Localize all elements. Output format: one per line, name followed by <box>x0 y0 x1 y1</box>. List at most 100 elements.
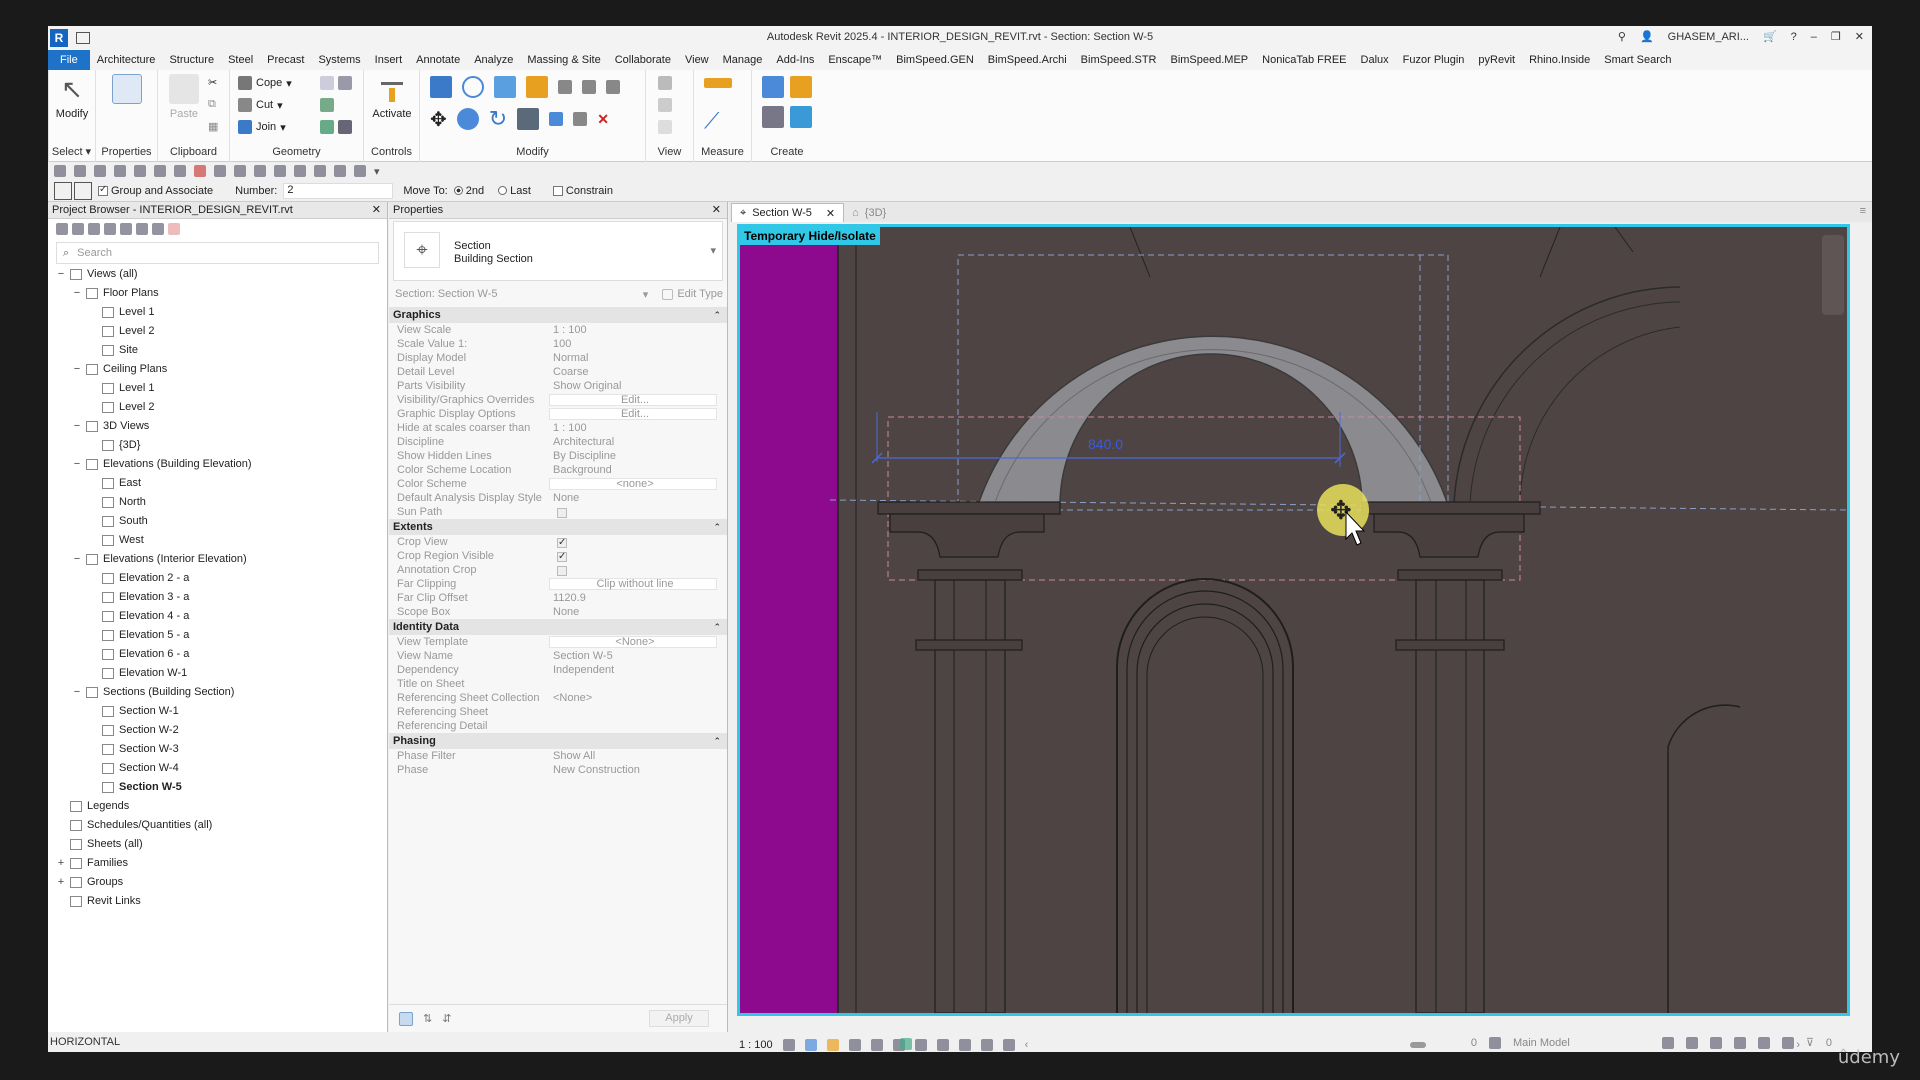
move-to-2nd-radio[interactable]: 2nd <box>453 185 484 197</box>
tab-bimspeed-archi[interactable]: BimSpeed.Archi <box>981 50 1074 70</box>
tab-enscape-[interactable]: Enscape™ <box>821 50 889 70</box>
property-value[interactable] <box>549 705 727 719</box>
customize-qat-icon[interactable]: ▾ <box>374 165 380 178</box>
dimension-tool[interactable]: ⟋ <box>704 108 719 134</box>
move-icon[interactable]: ✥ <box>430 107 447 132</box>
property-value[interactable]: Edit... <box>549 408 717 420</box>
pin-icon[interactable] <box>606 80 620 94</box>
lock-view-icon[interactable] <box>914 1039 927 1051</box>
geo-tool-1[interactable] <box>320 76 352 90</box>
tab-bimspeed-str[interactable]: BimSpeed.STR <box>1074 50 1164 70</box>
property-value[interactable]: None <box>549 491 727 505</box>
property-value[interactable]: <None> <box>549 691 727 705</box>
visual-style-icon[interactable] <box>804 1039 817 1051</box>
collapse-icon[interactable]: − <box>56 266 66 282</box>
browser-node[interactable]: Section W-1 <box>88 703 179 719</box>
number-input[interactable]: 2 <box>283 182 394 199</box>
property-row[interactable]: Parts Visibility Show Original <box>389 379 727 393</box>
browser-node[interactable]: East <box>88 475 141 491</box>
property-row[interactable]: Hide at scales coarser than 1 : 100 <box>389 421 727 435</box>
browser-node[interactable]: Level 1 <box>88 304 154 320</box>
tab-manage[interactable]: Manage <box>716 50 770 70</box>
save-icon[interactable] <box>94 165 106 177</box>
browser-node[interactable]: − Elevations (Building Elevation) <box>72 456 252 472</box>
browser-node[interactable]: Section W-4 <box>88 760 179 776</box>
create-parts-icon[interactable] <box>790 76 812 98</box>
tab-nonicatab-free[interactable]: NonicaTab FREE <box>1255 50 1353 70</box>
cart-icon[interactable]: 🛒 <box>1763 30 1777 43</box>
browser-node[interactable]: Section W-5 <box>88 779 182 795</box>
browser-tool-icon[interactable] <box>136 223 148 235</box>
property-row[interactable]: Graphic Display Options Edit... <box>389 407 727 421</box>
checkbox-icon[interactable] <box>557 508 567 519</box>
apply-button[interactable]: Apply <box>649 1010 709 1027</box>
offset-icon[interactable] <box>462 76 484 98</box>
print-icon[interactable] <box>174 165 186 177</box>
main-model[interactable]: Main Model <box>1513 1037 1570 1049</box>
property-value[interactable]: 1 : 100 <box>549 323 727 337</box>
browser-node[interactable]: West <box>88 532 144 548</box>
close-icon[interactable]: ✕ <box>372 203 381 216</box>
activate-dims-icon[interactable] <box>74 181 92 200</box>
temporary-hide-isolate-banner[interactable]: Temporary Hide/Isolate <box>740 227 880 245</box>
tab-structure[interactable]: Structure <box>162 50 221 70</box>
property-value[interactable]: <none> <box>549 478 717 490</box>
view-tool-2[interactable] <box>658 98 672 112</box>
property-value[interactable]: Show Original <box>549 379 727 393</box>
crop-view-icon[interactable] <box>870 1039 883 1051</box>
tab-bimspeed-mep[interactable]: BimSpeed.MEP <box>1163 50 1255 70</box>
delete-icon[interactable]: ✕ <box>597 111 609 128</box>
property-value[interactable]: 1 : 100 <box>549 421 727 435</box>
measure-qat-icon[interactable] <box>214 165 226 177</box>
modify-button[interactable]: ↖ Modify <box>50 74 94 120</box>
editing-requests-icon[interactable] <box>1488 1036 1501 1049</box>
sort-desc-icon[interactable]: ⇵ <box>442 1012 451 1025</box>
browser-node[interactable]: Level 2 <box>88 323 154 339</box>
property-value[interactable] <box>549 563 727 577</box>
browser-tool-icon[interactable] <box>72 223 84 235</box>
create-similar-icon[interactable] <box>790 106 812 128</box>
text-icon[interactable] <box>254 165 266 177</box>
property-value[interactable]: Normal <box>549 351 727 365</box>
browser-tool-icon[interactable] <box>88 223 100 235</box>
mirror-draw-icon[interactable] <box>526 76 548 98</box>
close-hidden-icon[interactable] <box>334 165 346 177</box>
tab-rhino-inside[interactable]: Rhino.Inside <box>1522 50 1597 70</box>
capital-top[interactable] <box>1361 501 1541 515</box>
property-row[interactable]: Discipline Architectural <box>389 435 727 449</box>
join-button[interactable]: Join ▾ <box>238 120 286 134</box>
sun-path-icon[interactable] <box>826 1039 839 1051</box>
tab-view[interactable]: View <box>678 50 716 70</box>
browser-node[interactable]: Schedules/Quantities (all) <box>56 817 212 833</box>
reveal-hidden-icon[interactable] <box>958 1039 971 1051</box>
scale-icon[interactable] <box>573 112 588 126</box>
tab-systems[interactable]: Systems <box>311 50 367 70</box>
instance-selector[interactable]: Section: Section W-5 <box>393 288 643 300</box>
property-row[interactable]: Color Scheme <none> <box>389 477 727 491</box>
dimension-qat-icon[interactable] <box>234 165 246 177</box>
new-icon[interactable] <box>54 165 66 177</box>
collapse-icon[interactable]: − <box>72 456 82 472</box>
property-value[interactable]: Architectural <box>549 435 727 449</box>
property-row[interactable]: Phase Filter Show All <box>389 749 727 763</box>
collapse-icon[interactable]: ⌃ <box>713 307 721 323</box>
view-tool-3[interactable] <box>658 120 672 134</box>
property-row[interactable]: View Scale 1 : 100 <box>389 323 727 337</box>
link-icon[interactable] <box>168 223 180 235</box>
tab-annotate[interactable]: Annotate <box>409 50 467 70</box>
tab-section-w5[interactable]: ⌖ Section W-5 ✕ <box>731 203 845 222</box>
tab-fuzor-plugin[interactable]: Fuzor Plugin <box>1396 50 1472 70</box>
cut-button[interactable]: Cut ▾ <box>238 98 283 112</box>
browser-node[interactable]: − Ceiling Plans <box>72 361 167 377</box>
browser-node[interactable]: Level 2 <box>88 399 154 415</box>
property-row[interactable]: Scale Value 1: 100 <box>389 337 727 351</box>
collapse-icon[interactable]: − <box>72 684 82 700</box>
edit-type-button[interactable]: Edit Type <box>662 288 723 300</box>
property-value[interactable] <box>549 549 727 564</box>
browser-node[interactable]: − Sections (Building Section) <box>72 684 235 700</box>
tab-file[interactable]: File <box>48 50 90 70</box>
collapse-icon[interactable]: − <box>72 418 82 434</box>
property-row[interactable]: Show Hidden Lines By Discipline <box>389 449 727 463</box>
property-row[interactable]: Phase New Construction <box>389 763 727 777</box>
property-row[interactable]: Far Clip Offset 1120.9 <box>389 591 727 605</box>
